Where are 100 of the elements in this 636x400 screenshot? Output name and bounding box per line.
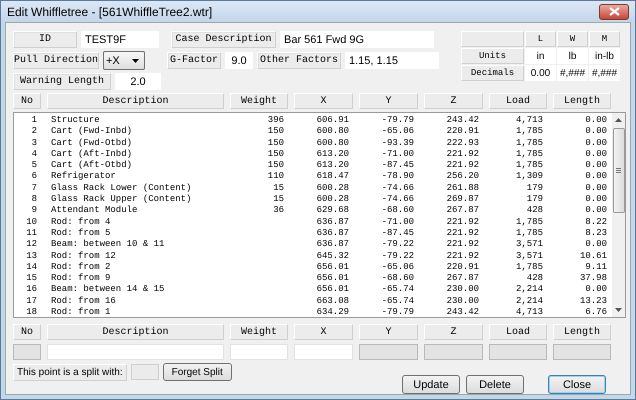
table-cell-text: -71.00	[380, 216, 415, 228]
close-button[interactable]	[599, 4, 629, 20]
table-cell-text: 428	[526, 273, 544, 284]
table-cell-text: 6.76	[584, 307, 608, 318]
table-cell-text: 428	[526, 205, 544, 217]
input-field[interactable]	[47, 344, 224, 360]
table-cell-text: 600.28	[316, 182, 350, 194]
column-header: L	[525, 31, 556, 47]
column-header: No	[13, 93, 41, 109]
input-field[interactable]	[294, 344, 353, 360]
table-cell-text: 618.47	[316, 171, 350, 183]
case-description-label: Case Description	[171, 31, 276, 48]
table-cell-text: 221.92	[446, 216, 480, 228]
table-cell-text: Rod: from 1	[50, 307, 112, 318]
table-cell-text: Refrigerator	[50, 171, 117, 183]
table-cell-text: 18	[25, 307, 38, 318]
table-cell-text: 37.98	[578, 273, 608, 284]
split-field[interactable]	[130, 364, 159, 380]
column-header: Y	[359, 93, 418, 109]
table-cell-text: Glass Rack Upper (Content)	[50, 194, 192, 206]
split-label: This point is a split with:	[13, 364, 127, 380]
dialog-button[interactable]: Delete	[466, 375, 524, 394]
table-cell-text: 4	[30, 148, 38, 160]
table-cell-text: 600.80	[316, 126, 350, 138]
warning-length-label: Warning Length	[13, 73, 111, 90]
table-cell-text: 656.01	[316, 262, 350, 274]
table-cell-text: 656.01	[316, 273, 350, 284]
id-field[interactable]: TEST9F	[81, 31, 159, 48]
column-header: Weight	[230, 324, 288, 340]
table-cell-text: 243.42	[446, 307, 480, 318]
other-factors-field[interactable]: 1.15, 1.15	[345, 52, 439, 69]
table-cell-text: 11	[25, 228, 38, 240]
table-cell-text: 221.92	[446, 250, 480, 262]
table-cell-text: 7	[30, 182, 38, 194]
pull-direction-label: Pull Direction	[13, 52, 99, 69]
scrollbar[interactable]	[612, 113, 625, 317]
table-cell-text: 613.20	[316, 160, 350, 172]
table-cell-text: -65.74	[380, 296, 415, 308]
table-cell-text: 179	[526, 194, 544, 206]
table-cell-text: 636.87	[316, 216, 350, 228]
table-cell-text: 256.20	[446, 171, 480, 183]
g-factor-field[interactable]: 9.0	[225, 52, 253, 69]
table-cell-text: 0.00	[584, 138, 608, 149]
unit-field[interactable]: lb	[557, 48, 588, 64]
table-cell-text: 0.00	[584, 171, 608, 183]
pull-direction-dropdown[interactable]: +X	[103, 51, 145, 70]
table-cell-text: Beam: between 10 & 11	[50, 239, 166, 251]
table-cell-text: 663.08	[316, 296, 350, 308]
table-cell-text: 14	[25, 262, 38, 274]
table-cell-text: 221.92	[446, 239, 480, 251]
table-cell-text: 243.42	[446, 115, 480, 126]
table-cell-text: 10	[25, 216, 38, 228]
table-cell-text: 634.29	[316, 307, 350, 318]
table-cell-text: -79.22	[380, 250, 415, 262]
table-cell-text: -79.79	[380, 115, 415, 126]
case-description-field[interactable]: Bar 561 Fwd 9G	[280, 31, 434, 48]
table-cell-text: -79.79	[380, 307, 415, 318]
table-cell	[461, 31, 524, 47]
table-cell-text: 0.00	[584, 126, 608, 138]
table-cell-text: 8.23	[584, 228, 608, 240]
forget-split-button[interactable]: Forget Split	[162, 363, 232, 381]
scroll-down-icon[interactable]	[615, 308, 622, 312]
table-cell-text: 150	[266, 138, 285, 149]
unit-field[interactable]: 0.00	[525, 65, 556, 81]
table-cell-text: 1,785	[514, 138, 544, 149]
table-cell-text: 15	[25, 273, 38, 284]
unit-field[interactable]: #,###	[557, 65, 588, 81]
table-cell-text: 222.93	[446, 138, 480, 149]
table-cell-text: 1,785	[514, 148, 544, 160]
table-cell-text: 8	[30, 194, 38, 206]
table-cell-text: -68.60	[380, 273, 415, 284]
column-header: Load	[489, 324, 547, 340]
table-cell-text: 629.68	[316, 205, 350, 217]
unit-field[interactable]: in-lb	[589, 48, 620, 64]
warning-length-field[interactable]: 2.0	[115, 73, 161, 90]
table-cell-text: 1,785	[514, 262, 544, 274]
table-cell-text: -71.00	[380, 148, 415, 160]
table-cell-text: 1,785	[514, 228, 544, 240]
table-cell-text: 261.88	[446, 182, 480, 194]
table-cell-text: 179	[526, 182, 544, 194]
table-cell-text: 3	[30, 138, 38, 149]
row-header: Units	[461, 48, 524, 64]
table-cell-text: 16	[25, 284, 38, 296]
table-cell-text: 221.92	[446, 148, 480, 160]
table-cell-text: 150	[266, 148, 285, 160]
scroll-thumb[interactable]	[612, 128, 624, 213]
scroll-up-icon[interactable]	[615, 118, 622, 122]
dialog-button[interactable]: Update	[402, 375, 460, 394]
table-cell-text: 613.20	[316, 148, 350, 160]
table-cell-text: 230.00	[446, 296, 480, 308]
unit-field[interactable]: in	[525, 48, 556, 64]
column-header: Length	[553, 324, 611, 340]
dialog-button[interactable]: Close	[548, 375, 606, 394]
column-header: W	[557, 31, 588, 47]
input-field[interactable]	[230, 344, 288, 360]
table-cell-text: Rod: from 12	[50, 250, 117, 262]
table-cell-text: Glass Rack Lower (Content)	[50, 182, 192, 194]
unit-field[interactable]: #,###	[589, 65, 620, 81]
column-header: Y	[359, 324, 418, 340]
table-cell-text: 267.87	[446, 273, 480, 284]
